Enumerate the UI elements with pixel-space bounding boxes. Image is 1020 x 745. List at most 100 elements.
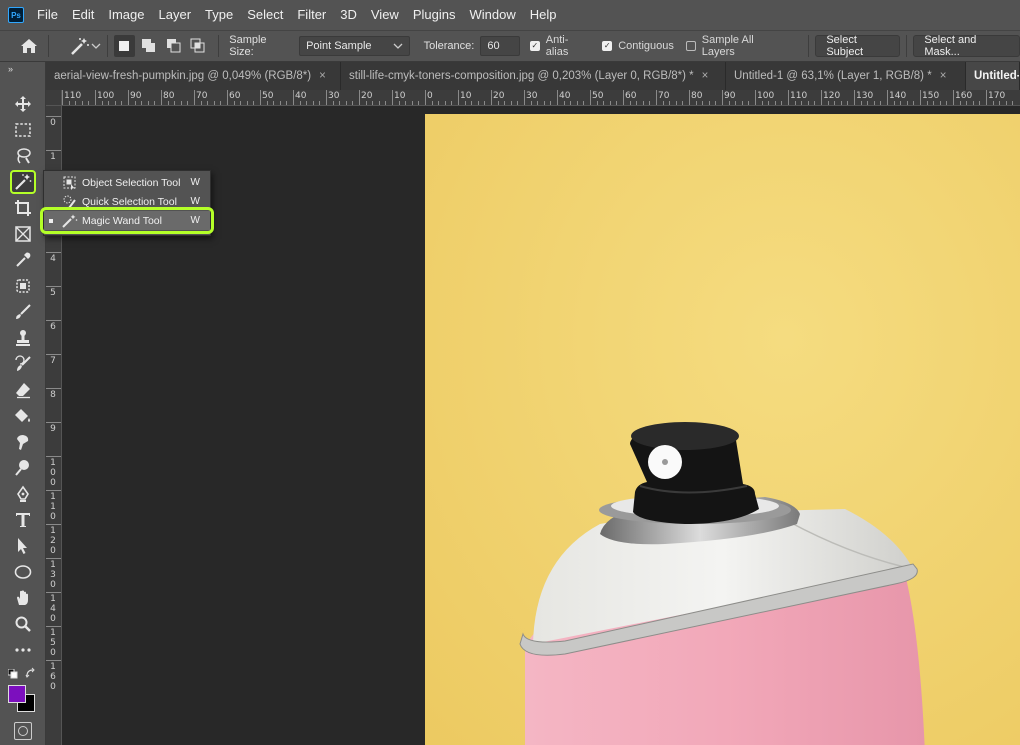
menu-plugins[interactable]: Plugins xyxy=(406,0,463,30)
ruler-minor-tick xyxy=(372,101,374,105)
zoom-icon[interactable] xyxy=(10,612,36,636)
menu-filter[interactable]: Filter xyxy=(290,0,333,30)
menu-type[interactable]: Type xyxy=(198,0,240,30)
default-colors-icon[interactable] xyxy=(7,668,18,682)
ruler-tick xyxy=(46,286,61,287)
ruler-tick xyxy=(821,90,822,105)
eraser-icon[interactable] xyxy=(10,378,36,402)
tab-document[interactable]: Untitled-1 @ 63,1% (Layer 1, RGB/8) * × xyxy=(726,62,966,90)
ruler-minor-tick xyxy=(431,101,433,105)
menu-layer[interactable]: Layer xyxy=(152,0,199,30)
sample-all-layers-checkbox[interactable]: Sample All Layers xyxy=(685,34,788,58)
pen-icon[interactable] xyxy=(10,482,36,506)
ruler-minor-tick xyxy=(174,101,176,105)
tab-document-active[interactable]: Untitled-2 xyxy=(966,62,1020,90)
ruler-label: 50 xyxy=(592,91,604,101)
ruler-tick xyxy=(392,90,393,105)
home-icon[interactable] xyxy=(16,33,42,59)
ruler-minor-tick xyxy=(761,101,763,105)
ruler-minor-tick xyxy=(946,101,948,105)
ruler-label: 40 xyxy=(295,91,307,101)
close-icon[interactable]: × xyxy=(319,70,326,82)
collapse-toolbox-icon[interactable]: » xyxy=(8,64,13,74)
menu-3d[interactable]: 3D xyxy=(333,0,364,30)
add-to-selection-button[interactable] xyxy=(138,35,160,57)
magic-wand-icon[interactable] xyxy=(10,170,36,194)
hand-icon[interactable] xyxy=(10,586,36,610)
brush-icon[interactable] xyxy=(10,300,36,324)
ruler-minor-tick xyxy=(497,101,499,105)
ruler-minor-tick xyxy=(933,101,935,105)
stamp-icon[interactable] xyxy=(10,326,36,350)
ruler-minor-tick xyxy=(345,101,347,105)
more-tools-icon[interactable] xyxy=(10,638,36,662)
menu-file[interactable]: File xyxy=(30,0,65,30)
new-selection-button[interactable] xyxy=(113,35,136,57)
ruler-origin[interactable] xyxy=(46,90,62,106)
tab-document[interactable]: aerial-view-fresh-pumpkin.jpg @ 0,049% (… xyxy=(46,62,341,90)
ruler-tick xyxy=(524,90,525,105)
select-subject-button[interactable]: Select Subject xyxy=(815,34,901,58)
ruler-tick xyxy=(46,660,61,661)
menu-edit[interactable]: Edit xyxy=(65,0,101,30)
crop-icon[interactable] xyxy=(10,196,36,220)
select-and-mask-button[interactable]: Select and Mask... xyxy=(913,34,1020,58)
contiguous-checkbox[interactable]: ✓ Contiguous xyxy=(602,40,674,52)
ruler-label: 70 xyxy=(196,91,208,101)
menu-image[interactable]: Image xyxy=(101,0,151,30)
ruler-minor-tick xyxy=(365,101,367,105)
intersect-selection-button[interactable] xyxy=(188,35,210,57)
ruler-minor-tick xyxy=(312,101,314,105)
ruler-tick xyxy=(46,388,61,389)
dodge-icon[interactable] xyxy=(10,456,36,480)
smudge-icon[interactable] xyxy=(10,430,36,454)
ruler-tick xyxy=(46,456,61,457)
tool-preset-picker[interactable] xyxy=(69,36,101,56)
ruler-minor-tick xyxy=(114,101,116,105)
lasso-icon[interactable] xyxy=(10,144,36,168)
history-brush-icon[interactable] xyxy=(10,352,36,376)
sample-size-select[interactable]: Point Sample xyxy=(299,36,410,56)
foreground-color-swatch[interactable] xyxy=(8,685,26,703)
highlight-outline xyxy=(40,207,214,234)
type-icon[interactable] xyxy=(10,508,36,532)
ruler-tick xyxy=(458,90,459,105)
swap-colors-icon[interactable] xyxy=(25,667,37,682)
healing-icon[interactable] xyxy=(10,274,36,298)
eyedropper-icon[interactable] xyxy=(10,248,36,272)
ruler-label: 5 xyxy=(50,288,56,298)
horizontal-ruler[interactable]: 110 100 90 80 70 60 50 40 30 20 10 0 10 20 30 40 50 60 70 8… xyxy=(62,90,1020,106)
ruler-minor-tick xyxy=(180,101,182,105)
sample-all-layers-label: Sample All Layers xyxy=(701,34,754,58)
document-canvas-image[interactable] xyxy=(425,114,1020,745)
ruler-minor-tick xyxy=(827,101,829,105)
tab-document[interactable]: still-life-cmyk-toners-composition.jpg @… xyxy=(341,62,726,90)
close-icon[interactable]: × xyxy=(940,70,947,82)
ruler-label: 7 xyxy=(50,356,56,366)
quick-mask-icon[interactable] xyxy=(14,722,32,740)
move-icon[interactable] xyxy=(10,92,36,116)
path-selection-icon[interactable] xyxy=(10,534,36,558)
flyout-item-object-selection[interactable]: Object Selection Tool W xyxy=(44,173,210,192)
menu-help[interactable]: Help xyxy=(523,0,564,30)
subtract-from-selection-button[interactable] xyxy=(163,35,185,57)
ruler-minor-tick xyxy=(629,101,631,105)
divider xyxy=(218,35,220,57)
ruler-minor-tick xyxy=(134,101,136,105)
paint-bucket-icon[interactable] xyxy=(10,404,36,428)
tab-label: Untitled-2 xyxy=(974,70,1019,82)
ellipse-icon[interactable] xyxy=(10,560,36,584)
menu-view[interactable]: View xyxy=(364,0,406,30)
ruler-label: 40 xyxy=(559,91,571,101)
ruler-minor-tick xyxy=(774,101,776,105)
ruler-tick xyxy=(788,90,789,105)
anti-alias-checkbox[interactable]: ✓ Anti-alias xyxy=(529,34,590,58)
marquee-icon[interactable] xyxy=(10,118,36,142)
menu-select[interactable]: Select xyxy=(240,0,290,30)
menu-window[interactable]: Window xyxy=(462,0,522,30)
frame-icon[interactable] xyxy=(10,222,36,246)
ruler-label: 110 xyxy=(64,91,82,101)
ruler-minor-tick xyxy=(570,101,572,105)
tolerance-input[interactable]: 60 xyxy=(480,36,520,56)
close-icon[interactable]: × xyxy=(702,70,709,82)
